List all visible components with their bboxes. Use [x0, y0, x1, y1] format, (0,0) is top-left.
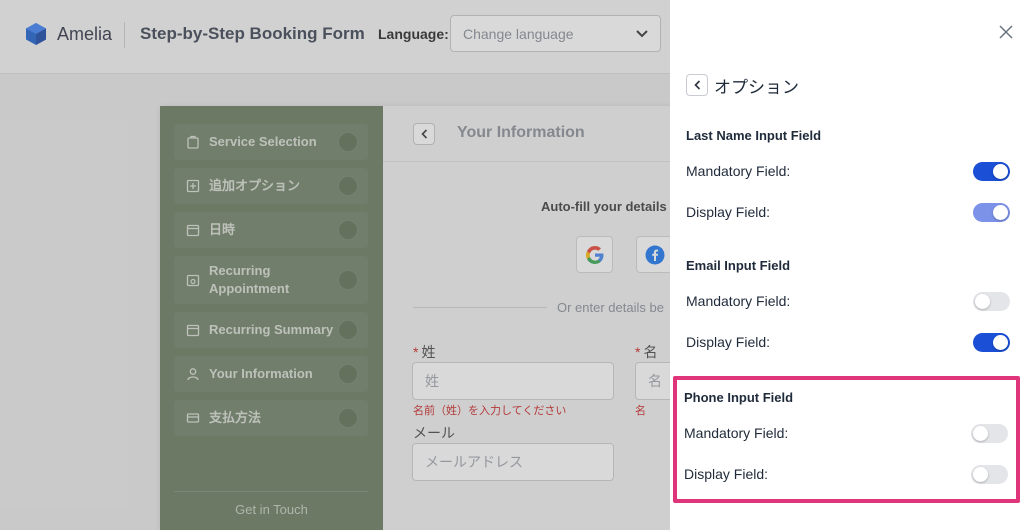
phone-display-label: Display Field:: [684, 466, 769, 482]
email-mandatory-toggle[interactable]: [973, 292, 1010, 311]
email-mandatory-label: Mandatory Field:: [686, 293, 791, 309]
close-drawer-button[interactable]: [996, 22, 1016, 42]
toggle-knob: [973, 426, 988, 441]
toggle-knob: [993, 205, 1008, 220]
section-title-phone: Phone Input Field: [684, 390, 794, 405]
phone-mandatory-label: Mandatory Field:: [684, 425, 789, 441]
email-display-label: Display Field:: [686, 334, 771, 350]
toggle-knob: [975, 294, 990, 309]
phone-mandatory-toggle[interactable]: [971, 424, 1008, 443]
toggle-knob: [993, 335, 1008, 350]
section-title-email: Email Input Field: [686, 258, 791, 273]
drawer-back-button[interactable]: [686, 74, 708, 96]
modal-overlay[interactable]: [0, 0, 670, 530]
email-display-toggle[interactable]: [973, 333, 1010, 352]
toggle-knob: [973, 467, 988, 482]
phone-display-toggle[interactable]: [971, 465, 1008, 484]
drawer-title: オプション: [714, 78, 799, 97]
close-icon: [999, 25, 1013, 39]
last-name-mandatory-toggle[interactable]: [973, 162, 1010, 181]
section-title-last-name: Last Name Input Field: [686, 128, 822, 143]
last-name-display-label: Display Field:: [686, 204, 771, 220]
last-name-display-toggle[interactable]: [973, 203, 1010, 222]
toggle-knob: [993, 164, 1008, 179]
last-name-mandatory-label: Mandatory Field:: [686, 163, 791, 179]
chevron-left-icon: [693, 80, 700, 90]
